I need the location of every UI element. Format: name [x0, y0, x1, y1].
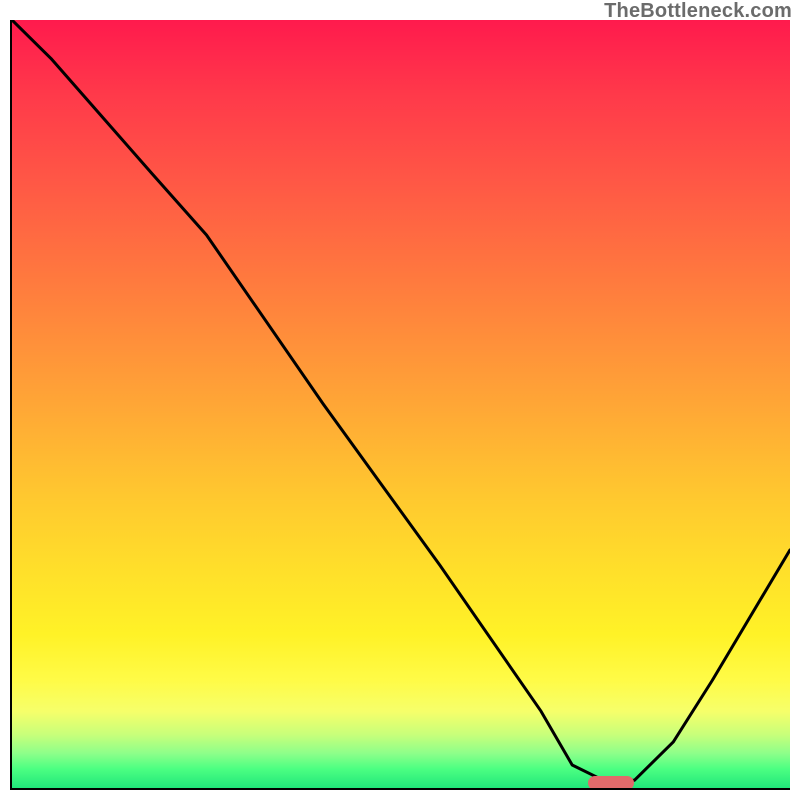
attribution-text: TheBottleneck.com: [604, 0, 792, 23]
axes: [10, 20, 790, 790]
